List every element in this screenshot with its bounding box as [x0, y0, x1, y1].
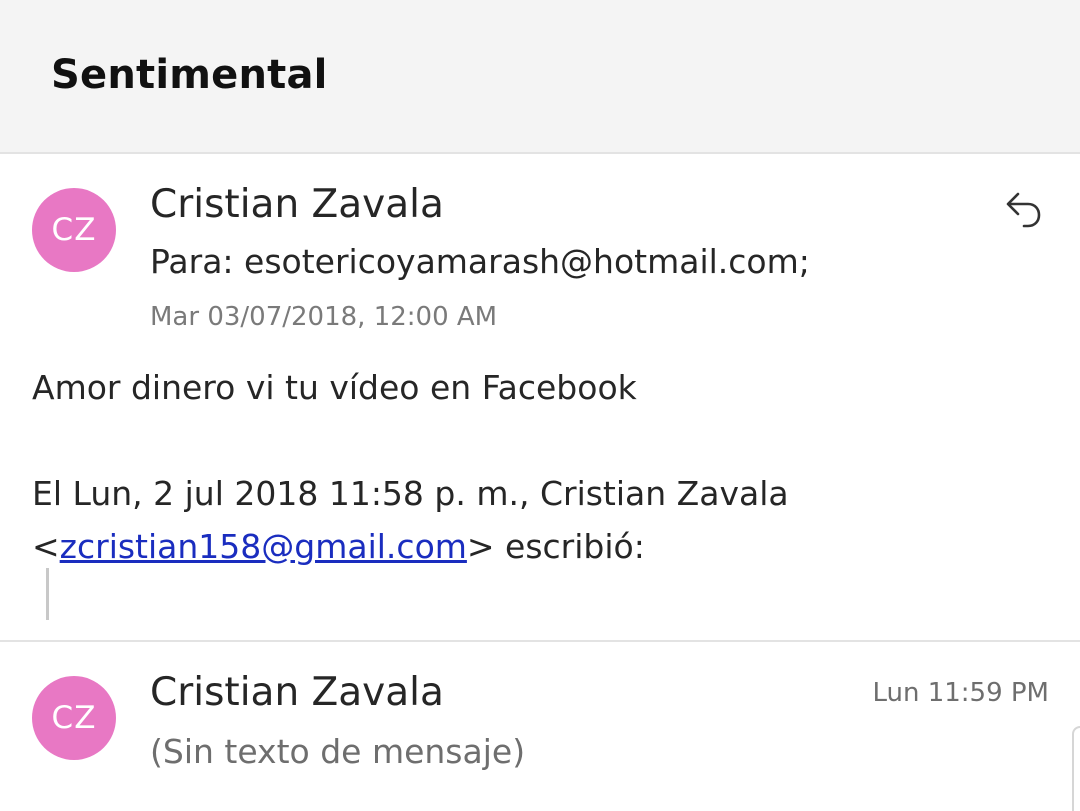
message-date: Mar 03/07/2018, 12:00 AM: [150, 302, 498, 332]
avatar[interactable]: CZ: [32, 188, 116, 272]
avatar[interactable]: CZ: [32, 676, 116, 760]
quote-header: El Lun, 2 jul 2018 11:58 p. m., Cristian…: [32, 474, 789, 513]
sender-name: Cristian Zavala: [150, 182, 444, 227]
conversation-header: Sentimental: [0, 0, 1080, 154]
message-expanded[interactable]: CZ Cristian Zavala Para: esotericoyamara…: [0, 156, 1080, 642]
message-time: Lun 11:59 PM: [872, 678, 1049, 708]
recipient-line: Para: esotericoyamarash@hotmail.com;: [150, 242, 810, 281]
quote-email-suffix: > escribió:: [466, 527, 645, 566]
message-preview: (Sin texto de mensaje): [150, 732, 526, 771]
quote-email-prefix: <: [32, 527, 60, 566]
quote-email-line: <zcristian158@gmail.com> escribió:: [32, 520, 1032, 573]
reply-icon: [1006, 192, 1041, 228]
reply-button[interactable]: [996, 182, 1052, 238]
quote-bar: [46, 568, 49, 620]
message-body: Amor dinero vi tu vídeo en Facebook El L…: [32, 361, 1032, 573]
conversation-subject: Sentimental: [51, 52, 328, 98]
sender-name: Cristian Zavala: [150, 670, 444, 715]
message-collapsed[interactable]: CZ Cristian Zavala Lun 11:59 PM (Sin tex…: [0, 644, 1080, 811]
scroll-edge: [1072, 726, 1080, 811]
body-line: Amor dinero vi tu vídeo en Facebook: [32, 368, 637, 407]
quote-email-link[interactable]: zcristian158@gmail.com: [60, 527, 467, 566]
